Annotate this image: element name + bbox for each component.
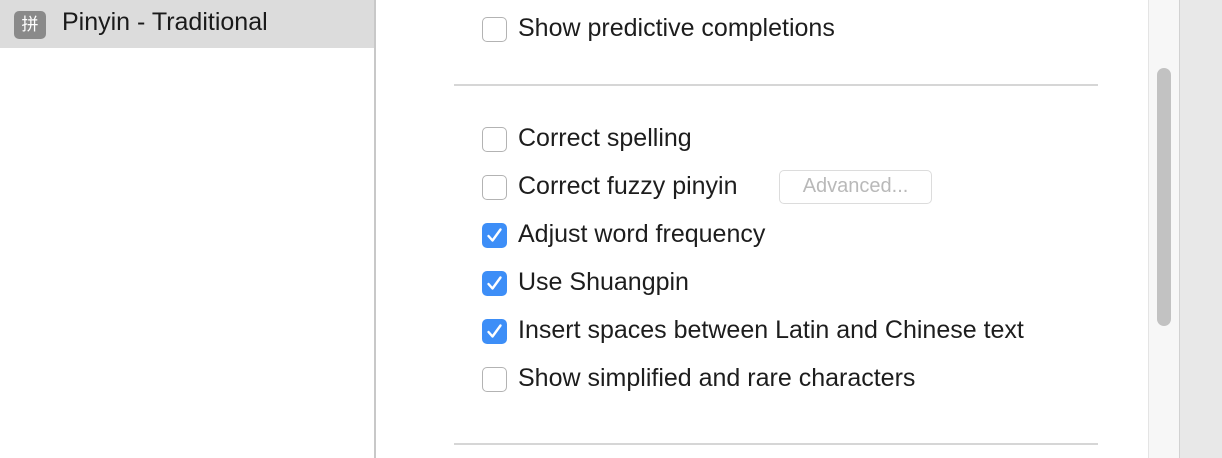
advanced-button[interactable]: Advanced... <box>779 170 932 204</box>
input-sources-list[interactable]: 拼 Pinyin - Traditional <box>0 0 376 458</box>
insert-spaces-checkbox[interactable] <box>482 319 507 344</box>
predictive-completions-checkbox[interactable] <box>482 17 507 42</box>
insert-spaces-label: Insert spaces between Latin and Chinese … <box>518 316 1024 344</box>
vertical-scrollbar[interactable] <box>1148 0 1179 458</box>
correct-spelling-checkbox[interactable] <box>482 127 507 152</box>
scrollbar-thumb[interactable] <box>1157 68 1171 326</box>
use-shuangpin-checkbox[interactable] <box>482 271 507 296</box>
adjust-word-frequency-checkbox[interactable] <box>482 223 507 248</box>
section-divider <box>454 84 1098 86</box>
checkmark-icon <box>487 276 502 290</box>
input-source-item-pinyin-traditional[interactable]: 拼 Pinyin - Traditional <box>0 0 374 48</box>
adjust-word-frequency-label: Adjust word frequency <box>518 220 766 248</box>
simplified-rare-characters-label: Show simplified and rare characters <box>518 364 916 392</box>
checkmark-icon <box>487 324 502 338</box>
pinyin-badge-icon: 拼 <box>14 11 46 39</box>
correct-spelling-label: Correct spelling <box>518 124 692 152</box>
input-source-label: Pinyin - Traditional <box>62 8 268 36</box>
correct-fuzzy-pinyin-label: Correct fuzzy pinyin <box>518 172 738 200</box>
section-divider <box>454 443 1098 445</box>
simplified-rare-characters-checkbox[interactable] <box>482 367 507 392</box>
checkmark-icon <box>487 228 502 242</box>
input-source-preferences-window: 拼 Pinyin - Traditional Show predictive c… <box>0 0 1222 458</box>
use-shuangpin-label: Use Shuangpin <box>518 268 689 296</box>
window-side-panel <box>1179 0 1222 458</box>
correct-fuzzy-pinyin-checkbox[interactable] <box>482 175 507 200</box>
predictive-completions-label: Show predictive completions <box>518 14 835 42</box>
settings-pane: Show predictive completions Correct spel… <box>376 0 1148 458</box>
